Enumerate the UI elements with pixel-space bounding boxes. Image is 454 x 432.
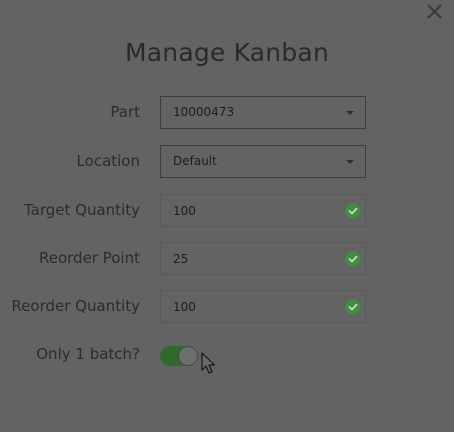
close-button[interactable] [422, 0, 448, 24]
dialog-title: Manage Kanban [124, 38, 329, 67]
chevron-down-icon [346, 160, 354, 164]
mouse-pointer-icon [201, 352, 216, 374]
target-quantity-value: 100 [173, 204, 196, 218]
toggle-knob [179, 347, 197, 365]
check-circle-icon [345, 203, 361, 219]
only-one-batch-toggle[interactable] [160, 346, 198, 366]
check-circle-icon [345, 251, 361, 267]
chevron-down-icon [346, 111, 354, 115]
reorder-quantity-value: 100 [173, 300, 196, 314]
location-select-value: Default [173, 154, 217, 168]
target-quantity-label: Target Quantity [24, 201, 140, 219]
reorder-point-value: 25 [173, 252, 189, 266]
part-select-value: 10000473 [173, 105, 235, 119]
part-label: Part [110, 103, 140, 121]
close-icon[interactable] [422, 0, 448, 24]
check-circle-icon [345, 299, 361, 315]
part-select[interactable]: 10000473 [160, 96, 366, 129]
reorder-point-label: Reorder Point [39, 249, 140, 267]
reorder-point-field[interactable]: 25 [160, 242, 366, 275]
reorder-quantity-field[interactable]: 100 [160, 290, 366, 323]
target-quantity-field[interactable]: 100 [160, 194, 366, 227]
only-one-batch-label: Only 1 batch? [36, 345, 140, 363]
manage-kanban-dialog: Manage Kanban Part 10000473 Location Def… [0, 0, 454, 432]
reorder-quantity-label: Reorder Quantity [11, 297, 140, 315]
location-label: Location [76, 152, 140, 170]
location-select[interactable]: Default [160, 145, 366, 178]
